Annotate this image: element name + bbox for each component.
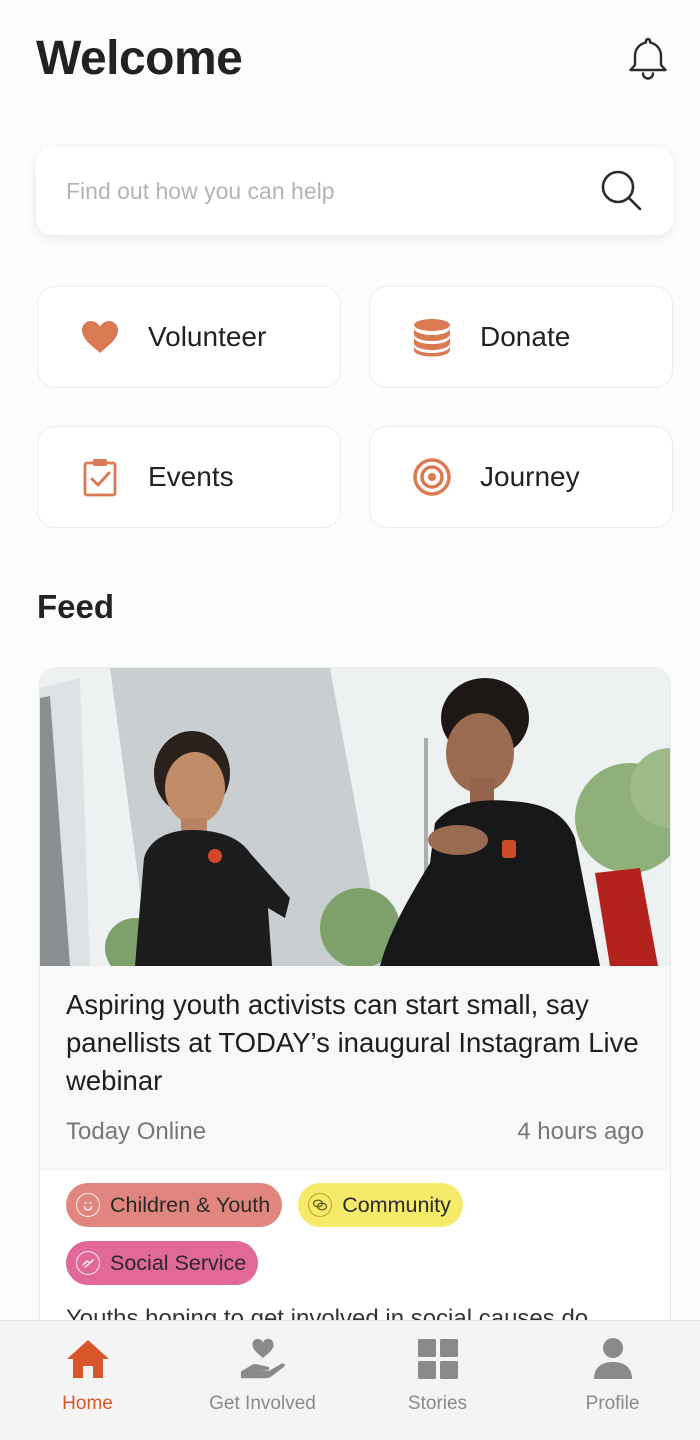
volunteer-button[interactable]: Volunteer [37,286,341,388]
search-bar [36,147,673,235]
nav-label: Home [62,1393,113,1414]
article-headline[interactable]: Aspiring youth activists can start small… [66,986,644,1100]
card-body: Aspiring youth activists can start small… [40,966,670,1171]
chat-icon [308,1193,333,1217]
article-source: Today Online [66,1118,207,1145]
nav-profile[interactable]: Profile [525,1321,700,1440]
home-icon [64,1335,112,1383]
nav-home[interactable]: Home [0,1321,175,1440]
app-screen: Welcome Volunteer [0,0,700,1440]
smiley-icon [76,1193,100,1217]
nav-stories[interactable]: Stories [350,1321,525,1440]
person-icon [589,1335,637,1383]
feed-card[interactable]: Aspiring youth activists can start small… [39,667,671,1387]
feed-title: Feed [37,588,115,625]
tag-community[interactable]: Community [298,1183,463,1227]
journey-label: Journey [480,461,580,492]
header: Welcome [36,22,672,94]
donate-button[interactable]: Donate [369,286,673,388]
grid-icon [414,1335,462,1383]
search-icon[interactable] [599,168,645,214]
nav-label: Get Involved [209,1393,316,1414]
bottom-nav: Home Get Involved Stories Profile [0,1320,700,1440]
tag-children-youth[interactable]: Children & Youth [66,1183,283,1227]
tag-social-service[interactable]: Social Service [66,1241,259,1285]
tag-list: Children & Youth Community Social Servic… [40,1171,500,1285]
heart-icon [78,315,122,359]
search-input[interactable] [66,177,599,205]
tag-label: Social Service [110,1250,247,1275]
donate-label: Donate [480,321,571,352]
tag-label: Community [342,1192,451,1217]
target-icon [410,455,454,499]
coin-stack-icon [410,315,454,359]
bell-icon[interactable] [624,34,672,82]
volunteer-label: Volunteer [148,321,267,352]
nav-get-involved[interactable]: Get Involved [175,1321,350,1440]
article-meta: Today Online 4 hours ago [66,1118,644,1146]
nav-label: Stories [407,1393,468,1414]
journey-button[interactable]: Journey [369,426,673,528]
nav-label: Profile [585,1393,640,1414]
tag-label: Children & Youth [110,1192,271,1217]
events-label: Events [148,461,234,492]
article-time: 4 hours ago [517,1118,644,1145]
clipboard-check-icon [78,455,122,499]
page-title: Welcome [36,31,243,85]
article-photo [40,668,670,966]
events-button[interactable]: Events [37,426,341,528]
heart-hand-icon [239,1335,287,1383]
handshake-icon [76,1251,100,1275]
